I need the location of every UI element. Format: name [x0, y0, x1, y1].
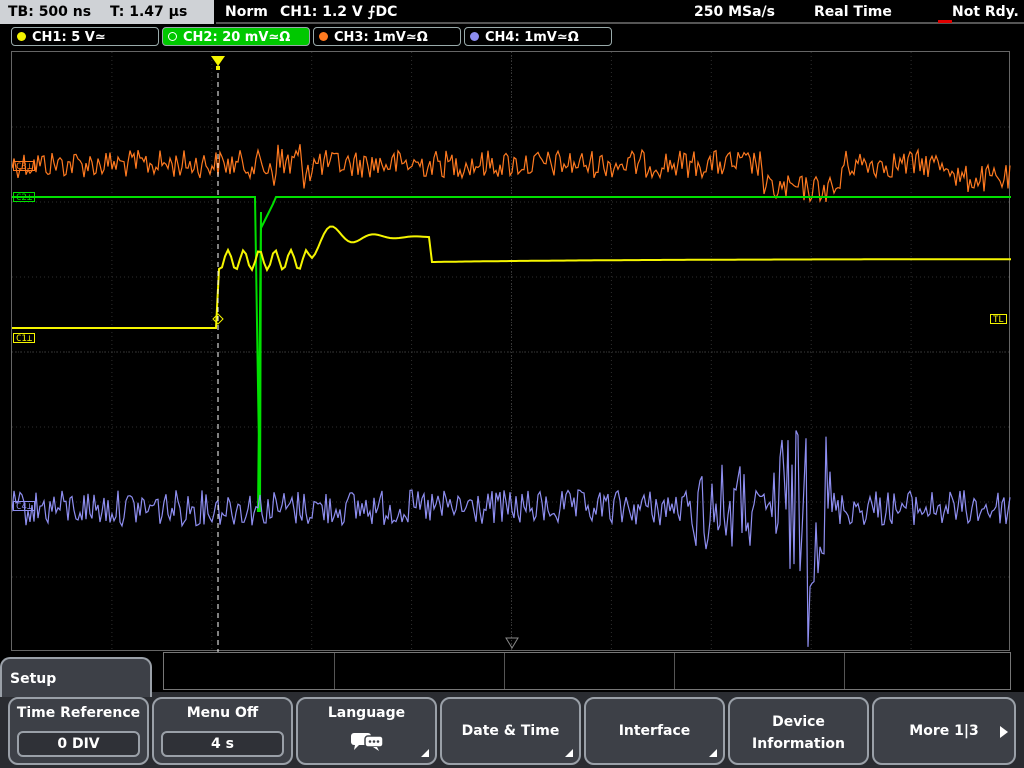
zoom-overview-strip[interactable]	[163, 652, 1011, 690]
menu-off-button[interactable]: Menu Off 4 s	[152, 697, 293, 765]
channel-4-marker[interactable]: C4⊥	[13, 501, 36, 512]
device-information-label-2: Information	[752, 736, 845, 752]
more-label: More 1|3	[909, 723, 979, 739]
waveform-display[interactable]: C3⊥ C2⊥ C1⊥ C4⊥ TL	[11, 51, 1011, 652]
device-information-label-1: Device	[772, 714, 825, 730]
device-information-button[interactable]: Device Information	[728, 697, 869, 765]
language-label: Language	[327, 705, 406, 721]
date-time-button[interactable]: Date & Time	[440, 697, 581, 765]
time-reference-icon	[505, 637, 519, 649]
submenu-corner-icon	[565, 749, 573, 757]
interface-button[interactable]: Interface	[584, 697, 725, 765]
channel-4-label: CH4: 1mV≃Ω	[485, 30, 579, 45]
submenu-corner-icon	[709, 749, 717, 757]
strip-cell	[164, 653, 335, 689]
strip-cell	[504, 653, 675, 689]
menu-title-tab: Setup	[0, 657, 152, 697]
channel-3-marker[interactable]: C3⊥	[13, 161, 36, 172]
speech-bubbles-icon	[350, 733, 384, 751]
more-button[interactable]: More 1|3	[872, 697, 1016, 765]
timebase-box[interactable]: TB: 500 ns T: 1.47 µs	[0, 0, 214, 24]
channel-1-marker[interactable]: C1⊥	[13, 333, 36, 344]
channel-tab-1[interactable]: CH1: 5 V≃	[11, 27, 159, 46]
channel-tab-2[interactable]: CH2: 20 mV≃Ω	[162, 27, 310, 46]
channel-3-trace	[12, 144, 1011, 204]
submenu-corner-icon	[421, 749, 429, 757]
channel-2-marker[interactable]: C2⊥	[13, 192, 36, 203]
channel-tab-3[interactable]: CH3: 1mV≃Ω	[313, 27, 461, 46]
language-button[interactable]: Language	[296, 697, 437, 765]
trigger-position-stem	[216, 66, 220, 70]
acquisition-mode: Real Time	[814, 4, 892, 20]
strip-cell	[334, 653, 505, 689]
trigger-mode[interactable]: Norm	[225, 0, 268, 24]
trigger-level-marker[interactable]: TL	[990, 314, 1007, 325]
channel-2-trace	[12, 196, 1011, 513]
trigger-position-icon[interactable]	[211, 56, 225, 66]
timebase-value: TB: 500 ns	[8, 4, 92, 20]
channel-4-trace	[12, 430, 1011, 647]
channel-tabs: CH1: 5 V≃ CH2: 20 mV≃Ω CH3: 1mV≃Ω CH4: 1…	[0, 27, 1024, 49]
status-bar: TB: 500 ns T: 1.47 µs Norm CH1: 1.2 V ⨍D…	[0, 0, 1024, 26]
channel-1-dot-icon	[17, 32, 26, 41]
waveform-traces	[12, 56, 1011, 652]
status-indicator	[938, 20, 952, 23]
time-reference-button[interactable]: Time Reference 0 DIV	[8, 697, 149, 765]
menu-off-value[interactable]: 4 s	[161, 731, 284, 757]
trigger-time-value: T: 1.47 µs	[109, 4, 188, 20]
sample-rate: 250 MSa/s	[694, 4, 776, 20]
channel-3-dot-icon	[319, 32, 328, 41]
channel-4-dot-icon	[470, 32, 479, 41]
time-reference-value[interactable]: 0 DIV	[17, 731, 140, 757]
channel-tab-4[interactable]: CH4: 1mV≃Ω	[464, 27, 612, 46]
date-time-label: Date & Time	[461, 723, 560, 739]
acquisition-status: Not Rdy.	[952, 4, 1019, 20]
channel-3-label: CH3: 1mV≃Ω	[334, 30, 428, 45]
menu-off-label: Menu Off	[186, 705, 259, 721]
channel-1-trace	[12, 225, 1011, 329]
time-reference-label: Time Reference	[16, 705, 141, 721]
channel-2-dot-icon	[168, 32, 177, 41]
interface-label: Interface	[618, 723, 691, 739]
channel-1-label: CH1: 5 V≃	[32, 30, 106, 45]
trigger-source[interactable]: CH1: 1.2 V ⨍DC	[280, 0, 397, 24]
channel-2-label: CH2: 20 mV≃Ω	[183, 30, 291, 45]
strip-cell	[674, 653, 845, 689]
next-page-arrow-icon	[1000, 726, 1008, 738]
